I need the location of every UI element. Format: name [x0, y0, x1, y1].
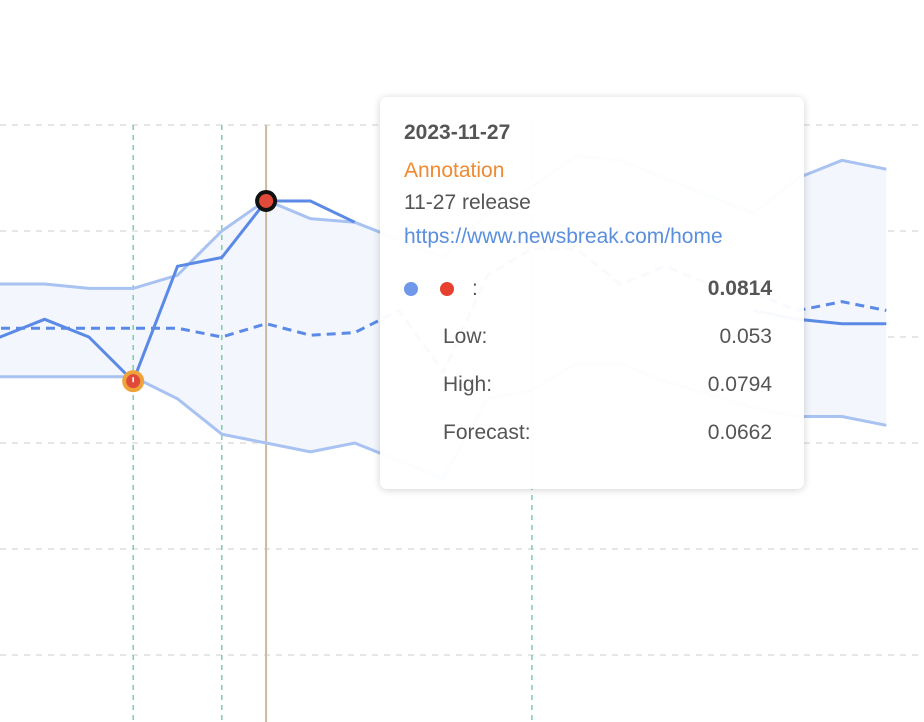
tooltip-high-row: High: 0.0794 [404, 371, 772, 399]
tooltip-low-label: Low: [443, 325, 488, 348]
tooltip-date: 2023-11-27 [404, 121, 511, 144]
tooltip-low-value: 0.053 [719, 325, 772, 348]
tooltip-main-value: 0.0814 [707, 277, 772, 300]
series-dot-blue-icon [404, 282, 418, 296]
tooltip-low-row: Low: 0.053 [404, 323, 772, 351]
tooltip-annotation-link[interactable]: https://www.newsbreak.com/home [404, 223, 772, 251]
series-dot-red-icon [440, 282, 454, 296]
tooltip-main-row: : 0.0814 [404, 275, 772, 303]
tooltip-high-value: 0.0794 [707, 373, 772, 396]
tooltip-main-label: : [472, 277, 478, 300]
tooltip-forecast-row: Forecast: 0.0662 [404, 419, 772, 447]
tooltip-forecast-value: 0.0662 [707, 421, 772, 444]
chart-tooltip: 2023-11-27 Annotation 11-27 release http… [380, 97, 804, 489]
tooltip-annotation-title: Annotation [404, 159, 505, 182]
tooltip-series-dots: : [404, 275, 478, 303]
tooltip-annotation-text: 11-27 release [404, 191, 531, 214]
tooltip-high-label: High: [443, 373, 493, 396]
hover-point-inner [259, 193, 274, 208]
tooltip-forecast-label: Forecast: [443, 421, 531, 444]
